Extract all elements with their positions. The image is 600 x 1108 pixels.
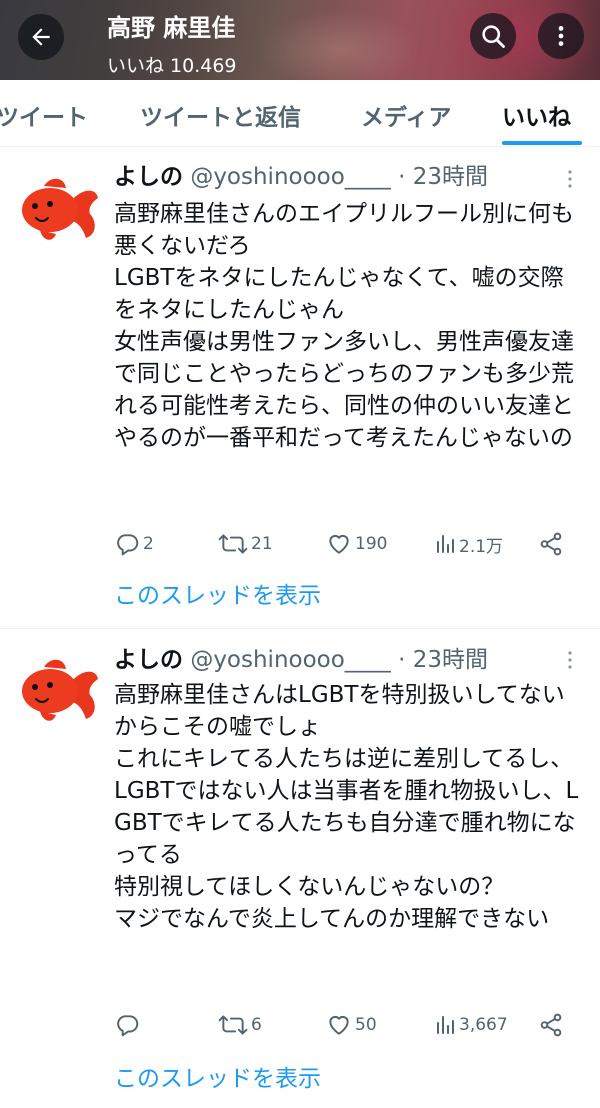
retweet-count: 6 [251, 1015, 262, 1035]
reply-icon [117, 534, 139, 556]
tab-tweets[interactable]: ツイート [0, 98, 88, 132]
reply-button[interactable] [114, 1009, 143, 1041]
tweet-text: 高野麻里佳さんのエイプリルフール別に何も悪くないだろ LGBTをネタにしたんじゃ… [114, 201, 574, 451]
like-button[interactable]: 50 [326, 1009, 377, 1041]
tweet-time[interactable]: · 23時間 [398, 164, 488, 190]
reply-button[interactable]: 2 [114, 528, 154, 560]
share-button[interactable] [538, 528, 564, 560]
tweet-header: よしの @yoshinoooo____ · 23時間 [114, 162, 488, 192]
author-handle[interactable]: @yoshinoooo____ [190, 647, 391, 673]
tweet-text: 高野麻里佳さんはLGBTを特別扱いしてないからこその嘘でしょ これにキレてる人た… [114, 682, 579, 932]
share-button[interactable] [538, 1009, 564, 1041]
back-button[interactable] [18, 14, 64, 60]
goldfish-icon [22, 659, 98, 721]
tab-media[interactable]: メディア [361, 98, 451, 132]
goldfish-icon [22, 178, 98, 240]
views-count: 3,667 [459, 1015, 508, 1035]
retweet-button[interactable]: 21 [218, 528, 273, 560]
heart-icon [329, 534, 349, 554]
author-name[interactable]: よしの [114, 647, 183, 673]
like-count: 190 [355, 534, 388, 554]
heart-icon [329, 1015, 349, 1035]
tweet-actions: 6 50 3,667 [114, 1009, 584, 1041]
views-count: 2.1万 [459, 536, 504, 557]
likes-count: いいね 10.469 [107, 55, 237, 77]
avatar[interactable] [16, 649, 100, 733]
views-bar-icon [437, 1016, 454, 1034]
like-count: 50 [355, 1015, 377, 1035]
tweet[interactable]: よしの @yoshinoooo____ · 23時間 高野麻里佳さんのエイプリル… [0, 148, 600, 628]
tweet[interactable]: よしの @yoshinoooo____ · 23時間 高野麻里佳さんはLGBTを… [0, 629, 600, 1108]
search-icon [482, 25, 505, 48]
author-handle[interactable]: @yoshinoooo____ [190, 164, 391, 190]
tweet-header: よしの @yoshinoooo____ · 23時間 [114, 645, 488, 675]
retweet-count: 21 [251, 534, 273, 554]
reply-count: 2 [143, 534, 154, 554]
retweet-icon [218, 1015, 248, 1035]
views-bar-icon [437, 535, 454, 553]
active-tab-indicator [502, 141, 582, 145]
share-icon [540, 532, 562, 556]
tweet-more-icon[interactable] [562, 649, 578, 671]
author-name[interactable]: よしの [114, 164, 183, 190]
profile-name: 高野 麻里佳 [107, 14, 236, 42]
tab-likes[interactable]: いいね [502, 98, 571, 132]
show-thread-link[interactable]: このスレッドを表示 [114, 576, 321, 610]
more-vertical-icon [558, 26, 564, 46]
retweet-icon [218, 534, 248, 554]
reply-icon [117, 1015, 139, 1037]
profile-header: 高野 麻里佳 いいね 10.469 [0, 0, 600, 80]
tweet-actions: 2 21 190 2.1万 [114, 528, 584, 560]
tweet-time[interactable]: · 23時間 [398, 647, 488, 673]
tweet-more-icon[interactable] [562, 168, 578, 190]
arrow-left-icon [32, 28, 50, 46]
profile-tabs: ツイート ツイートと返信 メディア いいね [0, 80, 600, 147]
views-button[interactable]: 2.1万 [434, 528, 503, 560]
retweet-button[interactable]: 6 [218, 1009, 262, 1041]
show-thread-link[interactable]: このスレッドを表示 [114, 1059, 321, 1093]
views-button[interactable]: 3,667 [434, 1009, 508, 1041]
more-button[interactable] [538, 13, 584, 59]
search-button[interactable] [470, 13, 516, 59]
tab-tweets-and-replies[interactable]: ツイートと返信 [140, 98, 301, 132]
avatar[interactable] [16, 168, 100, 252]
like-button[interactable]: 190 [326, 528, 387, 560]
share-icon [540, 1013, 562, 1037]
